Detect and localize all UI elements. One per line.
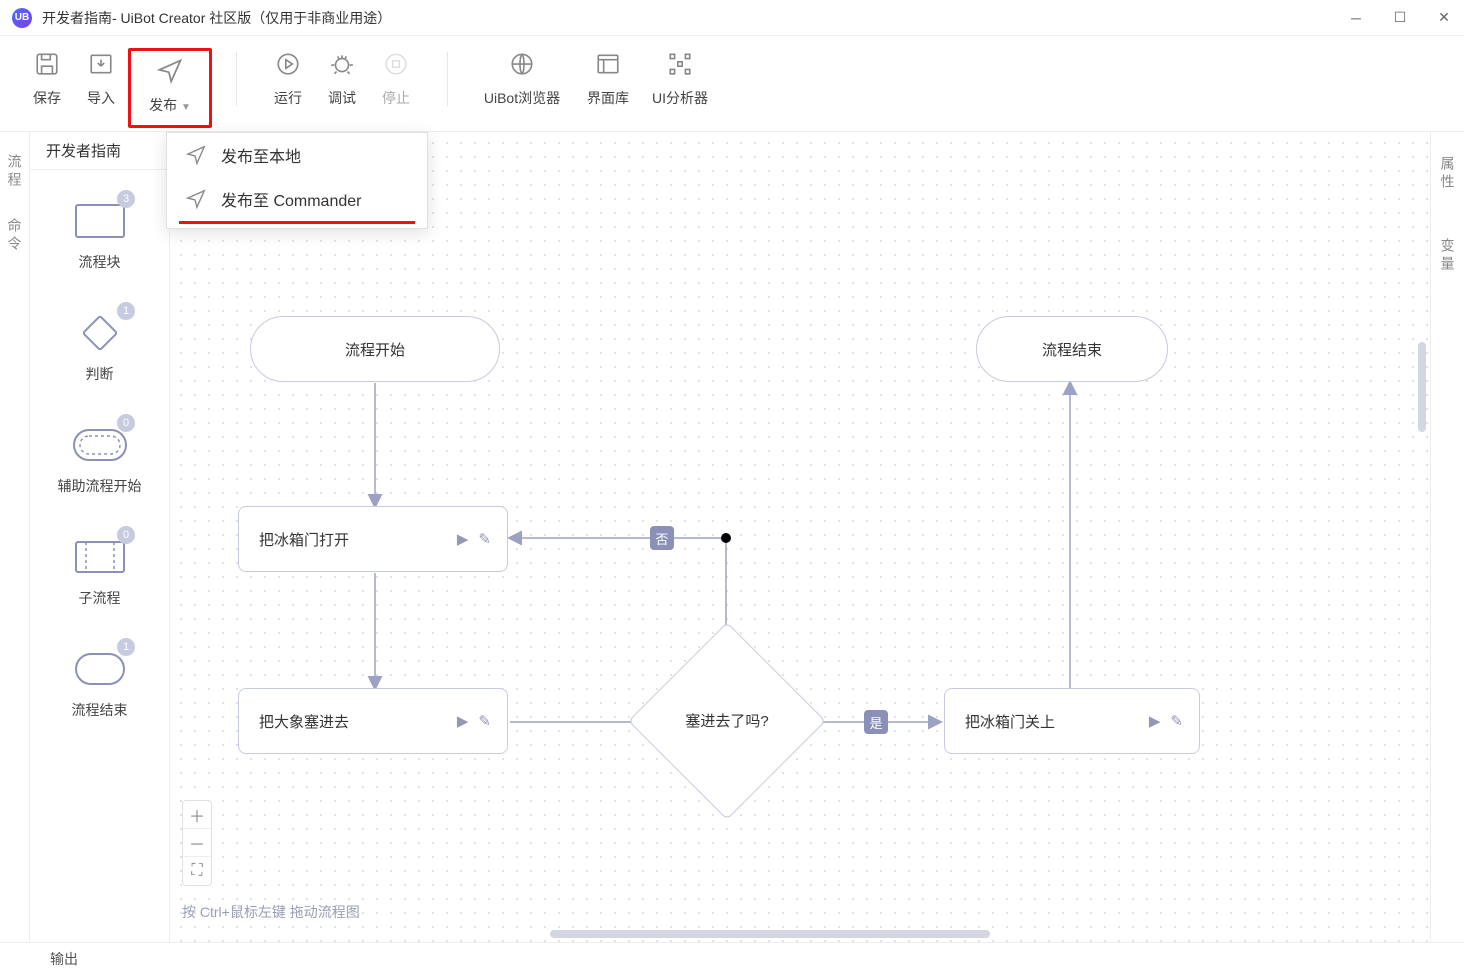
run-button[interactable]: 运行 <box>261 48 315 118</box>
edit-icon[interactable]: ✎ <box>478 712 491 730</box>
palette-aux-start[interactable]: 0 辅助流程开始 <box>30 422 169 496</box>
play-icon <box>272 48 304 80</box>
node-open-fridge[interactable]: 把冰箱门打开 ▶✎ <box>238 506 508 572</box>
floppy-icon <box>31 48 63 80</box>
palette-block[interactable]: 3 流程块 <box>30 198 169 272</box>
vtab-command[interactable]: 命令 <box>5 218 25 254</box>
uibot-browser-button[interactable]: UiBot浏览器 <box>472 48 572 118</box>
vertical-scrollbar[interactable] <box>1418 342 1426 432</box>
import-button[interactable]: 导入 <box>74 48 128 118</box>
dropdown-caret-icon: ▼ <box>181 102 191 113</box>
output-tab[interactable]: 输出 <box>50 949 78 969</box>
save-button[interactable]: 保存 <box>20 48 74 118</box>
close-button[interactable]: ✕ <box>1436 10 1452 26</box>
node-put-elephant[interactable]: 把大象塞进去 ▶✎ <box>238 688 508 754</box>
flow-canvas[interactable]: 流程开始 流程结束 把冰箱门打开 ▶✎ 把大象塞进去 ▶✎ 把冰箱门关上 ▶✎ … <box>170 132 1430 942</box>
minimize-button[interactable]: ─ <box>1348 10 1364 26</box>
publish-commander-item[interactable]: 发布至 Commander <box>167 177 427 221</box>
node-close-fridge[interactable]: 把冰箱门关上 ▶✎ <box>944 688 1200 754</box>
node-end[interactable]: 流程结束 <box>976 316 1168 382</box>
palette-end[interactable]: 1 流程结束 <box>30 646 169 720</box>
maximize-button[interactable]: ☐ <box>1392 10 1408 26</box>
canvas-hint: 按 Ctrl+鼠标左键 拖动流程图 <box>182 902 360 922</box>
import-icon <box>85 48 117 80</box>
rtab-variables[interactable]: 变量 <box>1438 238 1458 274</box>
play-icon[interactable]: ▶ <box>457 712 469 730</box>
rtab-properties[interactable]: 属性 <box>1438 156 1458 192</box>
zoom-controls: ＋ － ⛶ <box>182 800 212 886</box>
publish-button-highlight: 发布 ▼ <box>128 48 212 128</box>
right-vertical-tabs: 属性 变量 <box>1430 132 1464 942</box>
node-decision[interactable]: 塞进去了吗? <box>657 651 797 791</box>
zoom-out-button[interactable]: － <box>183 829 211 857</box>
window-title: 开发者指南- UiBot Creator 社区版（仅用于非商业用途） <box>42 8 391 28</box>
horizontal-scrollbar[interactable] <box>550 930 990 938</box>
bottom-bar: 输出 <box>0 942 1464 974</box>
edit-icon[interactable]: ✎ <box>1170 712 1183 730</box>
palette-decision[interactable]: 1 判断 <box>30 310 169 384</box>
paper-plane-icon <box>154 55 186 87</box>
debug-button[interactable]: 调试 <box>315 48 369 118</box>
ui-analyzer-button[interactable]: UI分析器 <box>644 48 716 118</box>
app-logo-icon: UB <box>12 8 32 28</box>
bug-icon <box>326 48 358 80</box>
publish-dropdown: 发布至本地 发布至 Commander <box>166 132 428 229</box>
paper-plane-icon <box>185 188 207 210</box>
palette-subflow[interactable]: 0 子流程 <box>30 534 169 608</box>
paper-plane-icon <box>185 144 207 166</box>
junction-dot <box>721 533 731 543</box>
stop-icon <box>380 48 412 80</box>
left-vertical-tabs: 流程 命令 <box>0 132 30 942</box>
palette: 开发者指南 3 流程块 1 判断 0 辅助流程开始 0 子流程 <box>30 132 170 942</box>
node-start[interactable]: 流程开始 <box>250 316 500 382</box>
zoom-in-button[interactable]: ＋ <box>183 801 211 829</box>
publish-button[interactable]: 发布 ▼ <box>135 55 205 125</box>
analyzer-icon <box>664 48 696 80</box>
zoom-fit-button[interactable]: ⛶ <box>183 857 211 885</box>
browser-icon <box>506 48 538 80</box>
publish-local-item[interactable]: 发布至本地 <box>167 133 427 177</box>
ui-library-button[interactable]: 界面库 <box>572 48 644 118</box>
edit-icon[interactable]: ✎ <box>478 530 491 548</box>
play-icon[interactable]: ▶ <box>457 530 469 548</box>
edge-label-no: 否 <box>650 526 674 550</box>
palette-tab-title[interactable]: 开发者指南 <box>30 132 169 170</box>
edge-label-yes: 是 <box>864 710 888 734</box>
titlebar: UB 开发者指南- UiBot Creator 社区版（仅用于非商业用途） ─ … <box>0 0 1464 36</box>
stop-button: 停止 <box>369 48 423 118</box>
library-icon <box>592 48 624 80</box>
play-icon[interactable]: ▶ <box>1149 712 1161 730</box>
highlight-underline <box>179 221 415 224</box>
toolbar: 保存 导入 发布 ▼ 运行 调试 停止 UiBot浏览器 界面库 UI分析器 <box>0 36 1464 132</box>
vtab-flow[interactable]: 流程 <box>5 154 25 190</box>
